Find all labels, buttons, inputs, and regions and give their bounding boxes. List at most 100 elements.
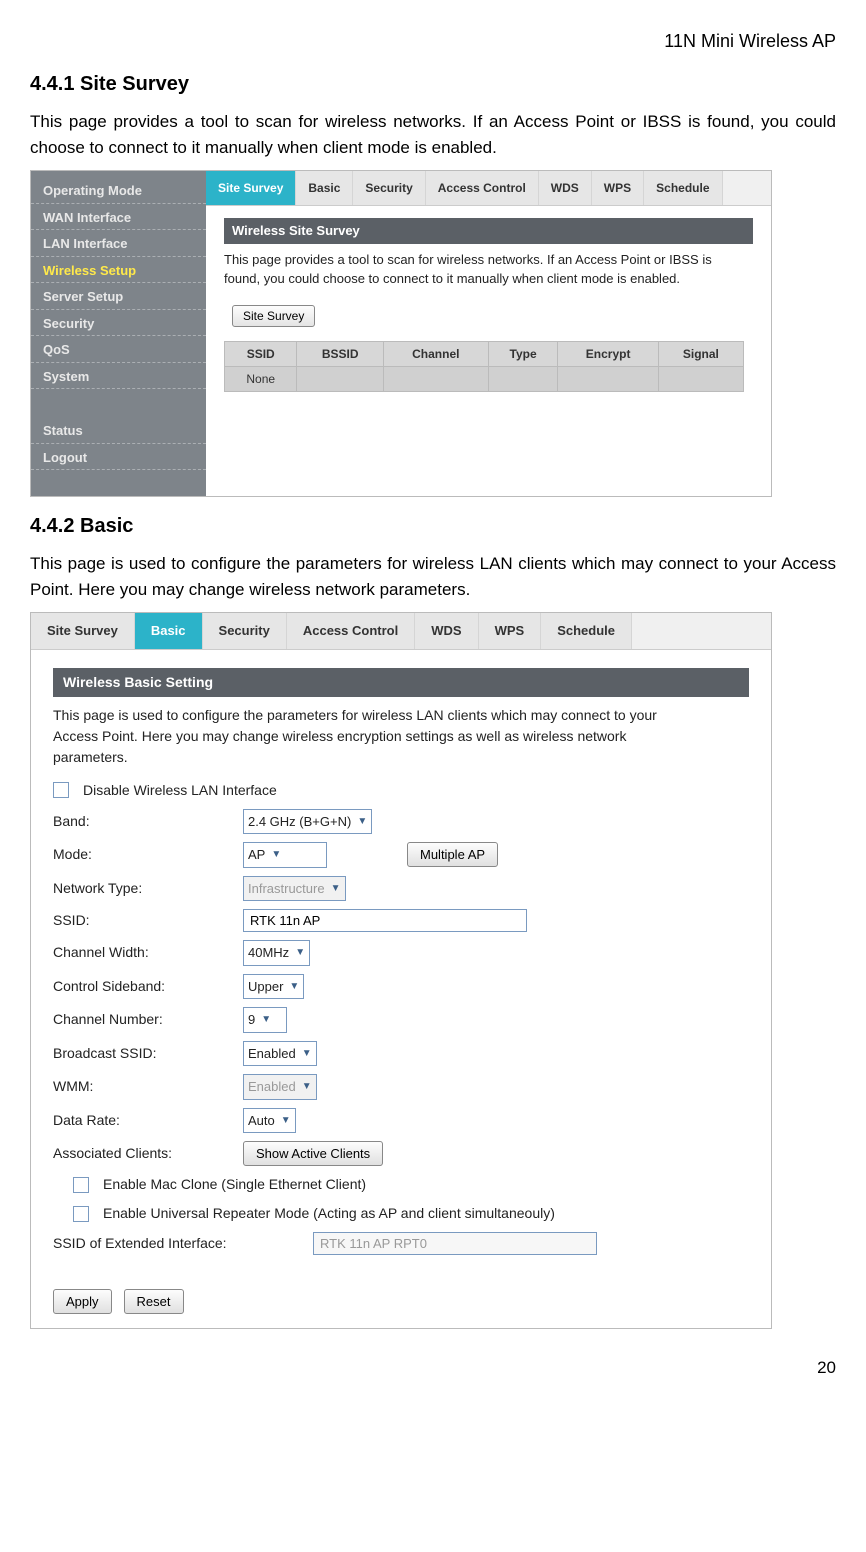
sideband-select[interactable]: Upper ▼ bbox=[243, 974, 304, 1000]
nav-operating-mode[interactable]: Operating Mode bbox=[31, 177, 206, 204]
tab-wds[interactable]: WDS bbox=[539, 171, 592, 205]
mode-select[interactable]: AP ▼ bbox=[243, 842, 327, 868]
row-universal-repeater: Enable Universal Repeater Mode (Acting a… bbox=[53, 1203, 749, 1224]
nav-wireless-setup[interactable]: Wireless Setup bbox=[31, 257, 206, 284]
tab2-schedule[interactable]: Schedule bbox=[541, 613, 632, 649]
extssid-input bbox=[313, 1232, 597, 1255]
cell-encrypt bbox=[558, 366, 658, 391]
nav-logout[interactable]: Logout bbox=[31, 444, 206, 471]
reset-button[interactable]: Reset bbox=[124, 1289, 184, 1314]
panel1-desc: This page provides a tool to scan for wi… bbox=[224, 250, 714, 289]
mode-label: Mode: bbox=[53, 844, 243, 865]
chevron-down-icon: ▼ bbox=[271, 847, 281, 862]
tab2-wps[interactable]: WPS bbox=[479, 613, 542, 649]
col-ssid: SSID bbox=[225, 341, 297, 366]
table-row: None bbox=[225, 366, 744, 391]
show-active-clients-button[interactable]: Show Active Clients bbox=[243, 1141, 383, 1166]
tab2-wds[interactable]: WDS bbox=[415, 613, 478, 649]
nettype-select: Infrastructure ▼ bbox=[243, 876, 346, 902]
chevron-down-icon: ▼ bbox=[357, 814, 367, 829]
extssid-label: SSID of Extended Interface: bbox=[53, 1233, 313, 1254]
apply-button[interactable]: Apply bbox=[53, 1289, 112, 1314]
tab-access-control[interactable]: Access Control bbox=[426, 171, 539, 205]
band-value: 2.4 GHz (B+G+N) bbox=[248, 812, 351, 832]
disable-wlan-checkbox[interactable] bbox=[53, 782, 69, 798]
chevron-down-icon: ▼ bbox=[281, 1113, 291, 1128]
section-442-heading: 4.4.2 Basic bbox=[30, 511, 836, 541]
tab-schedule[interactable]: Schedule bbox=[644, 171, 722, 205]
wmm-value: Enabled bbox=[248, 1077, 296, 1097]
chevron-down-icon: ▼ bbox=[289, 979, 299, 994]
nav-security[interactable]: Security bbox=[31, 310, 206, 337]
wmm-select: Enabled ▼ bbox=[243, 1074, 317, 1100]
chnum-value: 9 bbox=[248, 1010, 255, 1030]
nettype-label: Network Type: bbox=[53, 878, 243, 899]
site-survey-button[interactable]: Site Survey bbox=[232, 305, 315, 327]
datarate-label: Data Rate: bbox=[53, 1110, 243, 1131]
universal-repeater-checkbox[interactable] bbox=[73, 1206, 89, 1222]
tab2-basic[interactable]: Basic bbox=[135, 613, 203, 649]
bcast-label: Broadcast SSID: bbox=[53, 1043, 243, 1064]
panel1-title: Wireless Site Survey bbox=[224, 218, 753, 244]
universal-repeater-label: Enable Universal Repeater Mode (Acting a… bbox=[103, 1203, 555, 1224]
tab2-site-survey[interactable]: Site Survey bbox=[31, 613, 135, 649]
ssid-label: SSID: bbox=[53, 910, 243, 931]
main-panel-1: Site Survey Basic Security Access Contro… bbox=[206, 171, 771, 496]
tab-wps[interactable]: WPS bbox=[592, 171, 644, 205]
band-select[interactable]: 2.4 GHz (B+G+N) ▼ bbox=[243, 809, 372, 835]
col-bssid: BSSID bbox=[297, 341, 383, 366]
tab-site-survey[interactable]: Site Survey bbox=[206, 171, 296, 205]
nav-server-setup[interactable]: Server Setup bbox=[31, 283, 206, 310]
tab2-access-control[interactable]: Access Control bbox=[287, 613, 415, 649]
chnum-select[interactable]: 9 ▼ bbox=[243, 1007, 287, 1033]
tabbar-2: Site Survey Basic Security Access Contro… bbox=[31, 613, 771, 650]
cell-channel bbox=[383, 366, 488, 391]
chevron-down-icon: ▼ bbox=[331, 881, 341, 896]
chevron-down-icon: ▼ bbox=[295, 945, 305, 960]
row-disable-wlan: Disable Wireless LAN Interface bbox=[53, 780, 749, 801]
assoc-label: Associated Clients: bbox=[53, 1143, 243, 1164]
multiple-ap-button[interactable]: Multiple AP bbox=[407, 842, 498, 867]
doc-header-title: 11N Mini Wireless AP bbox=[30, 28, 836, 55]
basic-setting-screenshot: Site Survey Basic Security Access Contro… bbox=[30, 612, 772, 1329]
table-header-row: SSID BSSID Channel Type Encrypt Signal bbox=[225, 341, 744, 366]
panel2-desc: This page is used to configure the param… bbox=[53, 705, 673, 768]
nav-system[interactable]: System bbox=[31, 363, 206, 390]
mode-value: AP bbox=[248, 845, 265, 865]
tabbar-1: Site Survey Basic Security Access Contro… bbox=[206, 171, 771, 206]
chwidth-value: 40MHz bbox=[248, 943, 289, 963]
nav-status[interactable]: Status bbox=[31, 417, 206, 444]
cell-type bbox=[488, 366, 558, 391]
sideband-value: Upper bbox=[248, 977, 283, 997]
col-type: Type bbox=[488, 341, 558, 366]
section-442-text: This page is used to configure the param… bbox=[30, 551, 836, 602]
cell-signal bbox=[658, 366, 743, 391]
disable-wlan-label: Disable Wireless LAN Interface bbox=[83, 780, 277, 801]
mac-clone-checkbox[interactable] bbox=[73, 1177, 89, 1193]
col-encrypt: Encrypt bbox=[558, 341, 658, 366]
section-441-text: This page provides a tool to scan for wi… bbox=[30, 109, 836, 160]
band-label: Band: bbox=[53, 811, 243, 832]
panel2-title: Wireless Basic Setting bbox=[53, 668, 749, 697]
wmm-label: WMM: bbox=[53, 1076, 243, 1097]
datarate-select[interactable]: Auto ▼ bbox=[243, 1108, 296, 1134]
cell-ssid: None bbox=[225, 366, 297, 391]
tab-security[interactable]: Security bbox=[353, 171, 425, 205]
bcast-select[interactable]: Enabled ▼ bbox=[243, 1041, 317, 1067]
ssid-input[interactable] bbox=[243, 909, 527, 932]
datarate-value: Auto bbox=[248, 1111, 275, 1131]
chevron-down-icon: ▼ bbox=[302, 1079, 312, 1094]
bcast-value: Enabled bbox=[248, 1044, 296, 1064]
nav-wan-interface[interactable]: WAN Interface bbox=[31, 204, 206, 231]
chevron-down-icon: ▼ bbox=[302, 1046, 312, 1061]
nav-qos[interactable]: QoS bbox=[31, 336, 206, 363]
chevron-down-icon: ▼ bbox=[261, 1012, 271, 1027]
tab2-security[interactable]: Security bbox=[203, 613, 287, 649]
mac-clone-label: Enable Mac Clone (Single Ethernet Client… bbox=[103, 1174, 366, 1195]
tab-basic[interactable]: Basic bbox=[296, 171, 353, 205]
chwidth-select[interactable]: 40MHz ▼ bbox=[243, 940, 310, 966]
sideband-label: Control Sideband: bbox=[53, 976, 243, 997]
nav-lan-interface[interactable]: LAN Interface bbox=[31, 230, 206, 257]
row-mac-clone: Enable Mac Clone (Single Ethernet Client… bbox=[53, 1174, 749, 1195]
site-survey-screenshot: Operating Mode WAN Interface LAN Interfa… bbox=[30, 170, 772, 497]
